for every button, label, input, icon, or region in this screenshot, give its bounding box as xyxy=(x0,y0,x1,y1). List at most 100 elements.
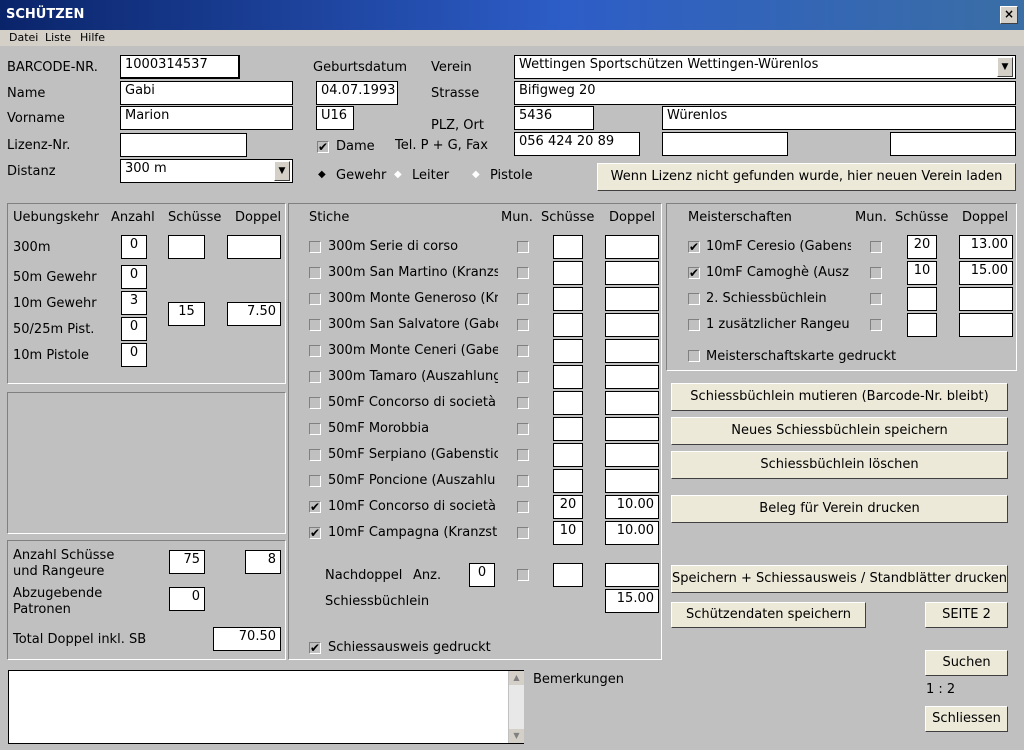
stich-checkbox[interactable] xyxy=(309,293,321,305)
stich-mun-checkbox[interactable] xyxy=(517,449,529,461)
stich-schuesse-field[interactable] xyxy=(553,287,583,311)
stich-schuesse-field[interactable] xyxy=(553,313,583,337)
stich-checkbox[interactable]: ✔ xyxy=(309,527,321,539)
meister-doppel-field[interactable]: 13.00 xyxy=(959,235,1013,259)
beleg-drucken-button[interactable]: Beleg für Verein drucken xyxy=(671,495,1008,523)
stich-doppel-field[interactable] xyxy=(605,469,659,493)
name-field[interactable]: Gabi xyxy=(120,81,293,105)
stich-mun-checkbox[interactable] xyxy=(517,397,529,409)
stich-doppel-field[interactable] xyxy=(605,313,659,337)
meister-schuesse-field[interactable]: 20 xyxy=(907,235,937,259)
meister-schuesse-field[interactable] xyxy=(907,287,937,311)
stich-doppel-field[interactable] xyxy=(605,287,659,311)
stich-schuesse-field[interactable] xyxy=(553,339,583,363)
new-club-button[interactable]: Wenn Lizenz nicht gefunden wurde, hier n… xyxy=(597,163,1016,191)
stich-doppel-field[interactable] xyxy=(605,261,659,285)
tel-p-field[interactable]: 056 424 20 89 xyxy=(514,132,640,156)
stich-checkbox[interactable] xyxy=(309,241,321,253)
uebung-anzahl-field[interactable]: 0 xyxy=(121,265,147,289)
uebung-anzahl-field[interactable]: 0 xyxy=(121,235,147,259)
schliessen-button[interactable]: Schliessen xyxy=(925,706,1008,732)
uebung-anzahl-field[interactable]: 0 xyxy=(121,343,147,367)
menu-datei[interactable]: Datei xyxy=(9,31,38,44)
stich-checkbox[interactable] xyxy=(309,397,321,409)
meister-checkbox[interactable]: ✔ xyxy=(688,241,700,253)
meister-checkbox[interactable] xyxy=(688,319,700,331)
stich-checkbox[interactable] xyxy=(309,449,321,461)
stich-mun-checkbox[interactable] xyxy=(517,241,529,253)
stich-schuesse-field[interactable] xyxy=(553,443,583,467)
stich-mun-checkbox[interactable] xyxy=(517,475,529,487)
meister-checkbox[interactable] xyxy=(688,293,700,305)
meister-mun-checkbox[interactable] xyxy=(870,319,882,331)
speichern-drucken-button[interactable]: Speichern + Schiessausweis / Standblätte… xyxy=(671,565,1008,593)
uebung-group-schuesse-field[interactable]: 15 xyxy=(168,302,205,326)
nachdoppel-anz-field[interactable]: 0 xyxy=(469,563,495,587)
schiessbuechlein-doppel-field[interactable]: 15.00 xyxy=(605,589,659,613)
barcode-field[interactable]: 1000314537 xyxy=(120,55,240,79)
fax-field[interactable] xyxy=(890,132,1016,156)
uebung-300-schuesse-field[interactable] xyxy=(168,235,205,259)
stich-doppel-field[interactable] xyxy=(605,391,659,415)
nachdoppel-doppel-field[interactable] xyxy=(605,563,659,587)
stich-mun-checkbox[interactable] xyxy=(517,371,529,383)
meister-schuesse-field[interactable]: 10 xyxy=(907,261,937,285)
vorname-field[interactable]: Marion xyxy=(120,106,293,130)
uebung-anzahl-field[interactable]: 3 xyxy=(121,291,147,315)
meisterschaftskarte-checkbox[interactable] xyxy=(688,350,700,362)
loeschen-button[interactable]: Schiessbüchlein löschen xyxy=(671,451,1008,479)
meister-mun-checkbox[interactable] xyxy=(870,293,882,305)
stich-schuesse-field[interactable] xyxy=(553,417,583,441)
lizenz-field[interactable] xyxy=(120,133,247,157)
leiter-radio-icon[interactable]: ◆ xyxy=(394,170,404,180)
total-doppel-field[interactable]: 70.50 xyxy=(213,627,281,651)
suchen-button[interactable]: Suchen xyxy=(925,650,1008,676)
stich-doppel-field[interactable]: 10.00 xyxy=(605,495,659,519)
stich-schuesse-field[interactable]: 20 xyxy=(553,495,583,519)
stich-schuesse-field[interactable] xyxy=(553,391,583,415)
bemerkungen-textarea[interactable] xyxy=(8,670,524,744)
dame-checkbox[interactable]: ✔ xyxy=(317,141,329,153)
neues-speichern-button[interactable]: Neues Schiessbüchlein speichern xyxy=(671,417,1008,445)
kategorie-field[interactable]: U16 xyxy=(316,106,354,130)
stich-checkbox[interactable] xyxy=(309,423,321,435)
stich-doppel-field[interactable] xyxy=(605,417,659,441)
menu-hilfe[interactable]: Hilfe xyxy=(80,31,105,44)
meister-doppel-field[interactable] xyxy=(959,287,1013,311)
meister-doppel-field[interactable] xyxy=(959,313,1013,337)
meister-mun-checkbox[interactable] xyxy=(870,267,882,279)
ort-field[interactable]: Würenlos xyxy=(662,106,1016,130)
seite-button[interactable]: SEITE 2 xyxy=(925,602,1008,628)
nachdoppel-schuesse-field[interactable] xyxy=(553,563,583,587)
bemerkungen-scrollbar[interactable]: ▲ ▼ xyxy=(508,671,524,743)
geburt-field[interactable]: 04.07.1993 xyxy=(316,81,398,105)
stich-checkbox[interactable] xyxy=(309,267,321,279)
menu-liste[interactable]: Liste xyxy=(45,31,71,44)
gewehr-radio-icon[interactable]: ◆ xyxy=(318,170,328,180)
stich-schuesse-field[interactable] xyxy=(553,235,583,259)
chevron-down-icon[interactable]: ▼ xyxy=(997,57,1013,77)
tel-g-field[interactable] xyxy=(662,132,788,156)
stich-mun-checkbox[interactable] xyxy=(517,319,529,331)
scroll-up-icon[interactable]: ▲ xyxy=(509,671,524,685)
uebung-300-doppel-field[interactable] xyxy=(227,235,281,259)
distanz-select[interactable]: 300 m xyxy=(120,159,293,183)
mutieren-button[interactable]: Schiessbüchlein mutieren (Barcode-Nr. bl… xyxy=(671,383,1008,411)
stich-mun-checkbox[interactable] xyxy=(517,293,529,305)
schuetzendaten-speichern-button[interactable]: Schützendaten speichern xyxy=(671,602,866,628)
scroll-down-icon[interactable]: ▼ xyxy=(509,729,524,743)
meister-schuesse-field[interactable] xyxy=(907,313,937,337)
meister-doppel-field[interactable]: 15.00 xyxy=(959,261,1013,285)
stich-schuesse-field[interactable]: 10 xyxy=(553,521,583,545)
plz-field[interactable]: 5436 xyxy=(514,106,594,130)
stich-checkbox[interactable] xyxy=(309,475,321,487)
stich-schuesse-field[interactable] xyxy=(553,261,583,285)
chevron-down-icon[interactable]: ▼ xyxy=(274,161,290,181)
stich-mun-checkbox[interactable] xyxy=(517,423,529,435)
strasse-field[interactable]: Bifigweg 20 xyxy=(514,81,1016,105)
stich-checkbox[interactable] xyxy=(309,345,321,357)
nachdoppel-mun-checkbox[interactable] xyxy=(517,569,529,581)
close-icon[interactable]: × xyxy=(1000,6,1018,24)
stich-mun-checkbox[interactable] xyxy=(517,345,529,357)
stich-checkbox[interactable] xyxy=(309,371,321,383)
